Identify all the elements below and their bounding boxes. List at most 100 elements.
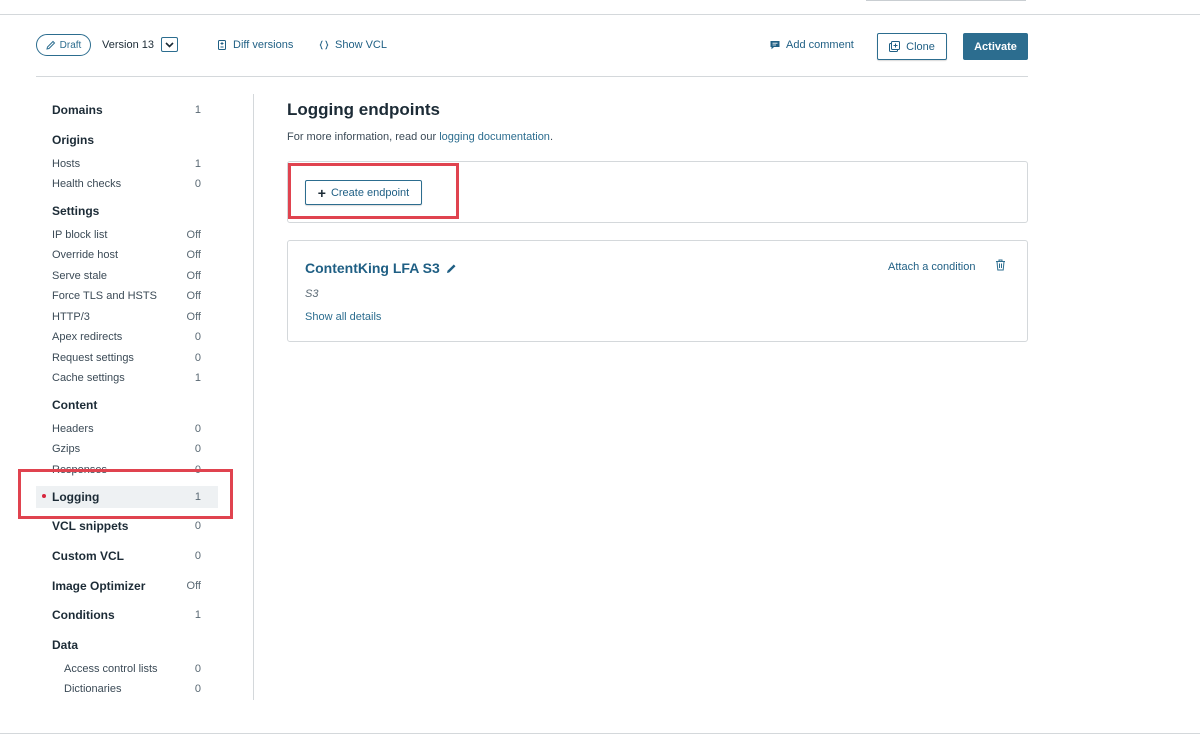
sidebar-item-label: Custom VCL bbox=[52, 549, 124, 563]
sidebar-item-count: Off bbox=[186, 270, 201, 282]
toolbar-divider bbox=[36, 76, 1028, 77]
sidebar-item-count: 0 bbox=[194, 331, 201, 343]
clone-icon bbox=[889, 41, 901, 52]
sidebar-item-domains[interactable]: Domains 1 bbox=[36, 100, 218, 120]
top-border bbox=[0, 14, 1200, 15]
sidebar-item-count: Off bbox=[186, 580, 201, 592]
sidebar-item-label: Force TLS and HSTS bbox=[52, 290, 157, 302]
sidebar-item-count: 0 bbox=[194, 550, 201, 562]
sidebar-item-label: Apex redirects bbox=[52, 331, 123, 343]
sidebar-item-count: 1 bbox=[194, 372, 201, 384]
clone-button[interactable]: Clone bbox=[877, 33, 947, 60]
sidebar-item-label: Dictionaries bbox=[64, 683, 122, 695]
logging-documentation-link[interactable]: logging documentation bbox=[439, 131, 550, 143]
endpoint-name-link[interactable]: ContentKing LFA S3 bbox=[305, 260, 457, 276]
clone-label: Clone bbox=[906, 40, 935, 53]
sidebar-item-apex-redirects[interactable]: Apex redirects 0 bbox=[36, 327, 218, 347]
document-diff-icon bbox=[218, 40, 226, 50]
top-tab-edge bbox=[866, 0, 1026, 1]
sidebar-item-request-settings[interactable]: Request settings 0 bbox=[36, 348, 218, 368]
sidebar-item-label: Headers bbox=[52, 423, 94, 435]
sidebar-section-origins: Origins bbox=[36, 130, 218, 150]
sidebar-item-count: 1 bbox=[194, 158, 201, 170]
bottom-border bbox=[0, 733, 1200, 734]
version-dropdown-button[interactable] bbox=[161, 37, 178, 52]
attach-condition-link[interactable]: Attach a condition bbox=[888, 261, 975, 273]
sidebar-item-label: Override host bbox=[52, 249, 119, 261]
add-comment-label: Add comment bbox=[786, 39, 854, 51]
sidebar-item-label: HTTP/3 bbox=[52, 311, 90, 323]
activate-button[interactable]: Activate bbox=[963, 33, 1028, 60]
draft-label: Draft bbox=[59, 39, 82, 51]
draft-badge[interactable]: Draft bbox=[36, 34, 91, 56]
sidebar-item-label: Cache settings bbox=[52, 372, 125, 384]
sidebar-item-label: Conditions bbox=[52, 608, 115, 622]
sidebar-section-label: Origins bbox=[52, 133, 95, 147]
sidebar-section-label: Settings bbox=[52, 204, 100, 218]
pencil-icon bbox=[45, 40, 55, 50]
sidebar-item-hosts[interactable]: Hosts 1 bbox=[36, 154, 218, 174]
highlight-box-create-endpoint bbox=[288, 163, 459, 219]
sidebar-section-content: Content bbox=[36, 395, 218, 415]
endpoint-name: ContentKing LFA S3 bbox=[305, 260, 440, 276]
sidebar-item-access-control-lists[interactable]: Access control lists 0 bbox=[36, 659, 218, 679]
sidebar-item-headers[interactable]: Headers 0 bbox=[36, 419, 218, 439]
edit-pencil-icon[interactable] bbox=[446, 263, 457, 274]
sidebar-item-http3[interactable]: HTTP/3 Off bbox=[36, 307, 218, 327]
sidebar-item-count: 0 bbox=[194, 443, 201, 455]
sidebar-item-count: 1 bbox=[194, 609, 201, 621]
sidebar-item-label: Access control lists bbox=[64, 663, 158, 675]
info-suffix: . bbox=[549, 131, 553, 143]
sidebar-section-label: Data bbox=[52, 638, 79, 652]
sidebar-item-count: Off bbox=[186, 311, 201, 323]
sidebar-item-override-host[interactable]: Override host Off bbox=[36, 245, 218, 265]
sidebar-item-label: Serve stale bbox=[52, 270, 108, 282]
sidebar-item-force-tls[interactable]: Force TLS and HSTS Off bbox=[36, 286, 218, 306]
sidebar-item-count: 0 bbox=[194, 423, 201, 435]
page-title: Logging endpoints bbox=[287, 100, 440, 119]
sidebar-divider bbox=[253, 94, 254, 700]
sidebar-item-vcl-snippets[interactable]: VCL snippets 0 bbox=[36, 516, 218, 536]
sidebar-section-settings: Settings bbox=[36, 201, 218, 221]
sidebar-item-cache-settings[interactable]: Cache settings 1 bbox=[36, 368, 218, 388]
diff-versions-label: Diff versions bbox=[233, 39, 294, 51]
sidebar-item-custom-vcl[interactable]: Custom VCL 0 bbox=[36, 546, 218, 566]
show-vcl-link[interactable]: Show VCL bbox=[319, 39, 387, 51]
info-text: For more information, read our logging d… bbox=[287, 131, 553, 143]
show-all-details-link[interactable]: Show all details bbox=[305, 311, 381, 323]
sidebar-item-dictionaries[interactable]: Dictionaries 0 bbox=[36, 679, 218, 699]
sidebar-nav: Domains 1 Origins Hosts 1 Health checks 0 S… bbox=[36, 92, 253, 700]
sidebar-item-health-checks[interactable]: Health checks 0 bbox=[36, 174, 218, 194]
sidebar-section-data: Data bbox=[36, 635, 218, 655]
sidebar-item-count: 1 bbox=[194, 104, 201, 116]
sidebar-item-count: 0 bbox=[194, 663, 201, 675]
version-label: Version 13 bbox=[102, 39, 154, 51]
add-comment-link[interactable]: Add comment bbox=[770, 39, 854, 51]
sidebar-item-count: 0 bbox=[194, 178, 201, 190]
sidebar-item-conditions[interactable]: Conditions 1 bbox=[36, 605, 218, 625]
version-toolbar: Draft Version 13 Diff versions Show VCL … bbox=[36, 33, 1028, 60]
sidebar-item-label: Gzips bbox=[52, 443, 81, 455]
sidebar-item-label: Request settings bbox=[52, 352, 134, 364]
endpoint-card bbox=[287, 240, 1028, 342]
sidebar-item-count: Off bbox=[186, 249, 201, 261]
show-vcl-label: Show VCL bbox=[335, 39, 387, 51]
sidebar-item-label: Health checks bbox=[52, 178, 122, 190]
sidebar-item-ip-block-list[interactable]: IP block list Off bbox=[36, 225, 218, 245]
sidebar-item-gzips[interactable]: Gzips 0 bbox=[36, 439, 218, 459]
endpoint-type: S3 bbox=[305, 288, 319, 300]
chevron-down-icon bbox=[165, 41, 174, 48]
sidebar-item-count: Off bbox=[186, 290, 201, 302]
sidebar-item-count: Off bbox=[186, 229, 201, 241]
sidebar-item-label: VCL snippets bbox=[52, 519, 129, 533]
sidebar-item-count: 0 bbox=[194, 683, 201, 695]
braces-icon bbox=[319, 40, 329, 50]
sidebar-section-label: Content bbox=[52, 398, 98, 412]
sidebar-item-serve-stale[interactable]: Serve stale Off bbox=[36, 266, 218, 286]
info-prefix: For more information, read our bbox=[287, 131, 440, 143]
trash-icon[interactable] bbox=[995, 259, 1006, 271]
sidebar-item-label: Hosts bbox=[52, 158, 81, 170]
sidebar-item-image-optimizer[interactable]: Image Optimizer Off bbox=[36, 576, 218, 596]
diff-versions-link[interactable]: Diff versions bbox=[217, 39, 293, 51]
comment-icon bbox=[770, 41, 780, 50]
